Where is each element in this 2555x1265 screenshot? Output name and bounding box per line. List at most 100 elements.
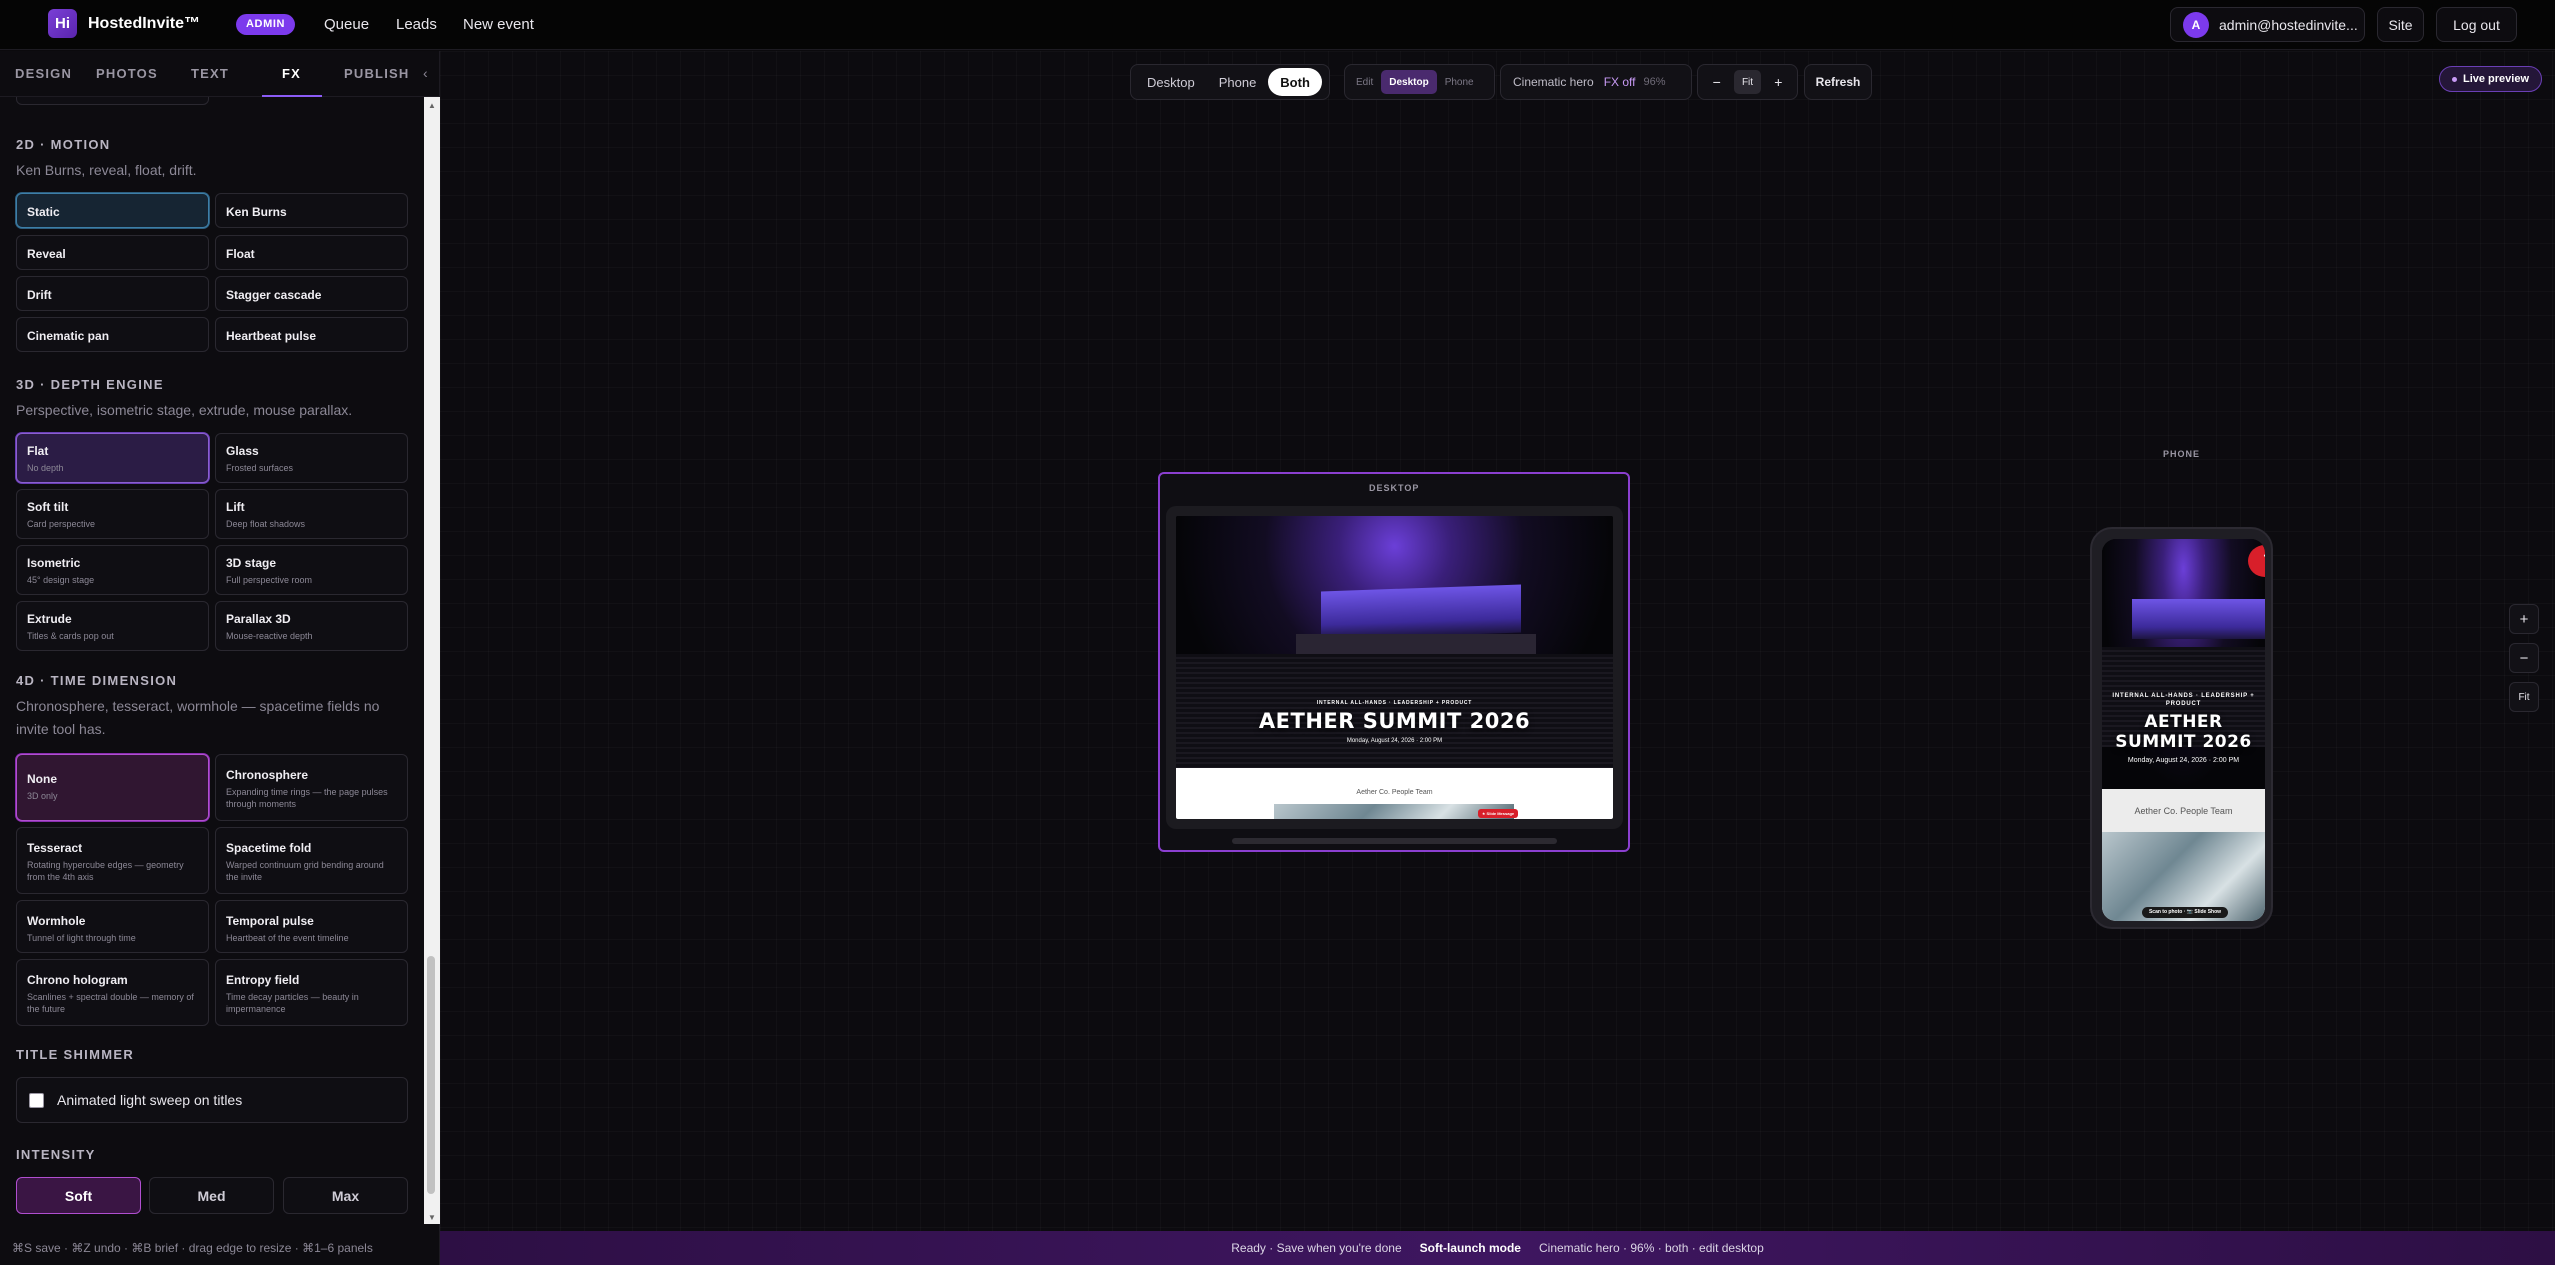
time-option-tesseract[interactable]: Tesseract Rotating hypercube edges — geom… (16, 827, 209, 894)
logo-icon[interactable]: Hi (48, 9, 77, 38)
time-option-spacetime-fold[interactable]: Spacetime fold Warped continuum grid bend… (215, 827, 408, 894)
live-preview-badge[interactable]: Live preview (2439, 66, 2542, 92)
scroll-up-arrow[interactable]: ▲ (428, 101, 436, 110)
shimmer-checkbox[interactable] (29, 1092, 44, 1108)
shimmer-section-title: TITLE SHIMMER (16, 1047, 135, 1062)
motion-option-static[interactable]: Static (16, 193, 209, 228)
stage-screen (1321, 584, 1521, 640)
phone-hero-kicker: INTERNAL ALL-HANDS · LEADERSHIP + PRODUC… (2112, 693, 2255, 707)
phone-hero-title: AETHER SUMMIT 2026 (2115, 712, 2252, 752)
phone-slide-tag[interactable]: Scan to photo · 📷 Slide Show (2142, 907, 2228, 918)
time-option-chronosphere[interactable]: Chronosphere Expanding time rings — the p… (215, 754, 408, 821)
phone-stage-screen (2132, 599, 2265, 639)
hero-label[interactable]: Cinematic hero (1507, 75, 1600, 89)
hero-kicker: INTERNAL ALL-HANDS · LEADERSHIP + PRODUC… (1316, 700, 1473, 706)
intensity-soft-button[interactable]: Soft (16, 1177, 141, 1214)
nav-link-new-event[interactable]: New event (463, 16, 534, 33)
fx-options-scroll[interactable]: 2D · MOTION Ken Burns, reveal, float, dr… (0, 97, 424, 1224)
stage (1296, 634, 1536, 654)
collapse-sidebar-icon[interactable]: ‹ (423, 65, 428, 81)
motion-option-float[interactable]: Float (215, 235, 408, 270)
brand-name[interactable]: HostedInvite™ (88, 15, 200, 33)
live-dot-icon (2451, 76, 2457, 82)
canvas-fit-button[interactable]: Fit (2509, 682, 2539, 712)
status-summary: Cinematic hero · 96% · both · edit deskt… (1538, 1241, 1764, 1255)
site-button[interactable]: Site (2377, 7, 2424, 42)
edit-label: Edit (1356, 76, 1374, 88)
edit-phone-button[interactable]: Phone (1437, 70, 1482, 94)
hero-date: Monday, August 24, 2026 · 2:00 PM (1346, 738, 1443, 744)
depth-option-parallax-3d[interactable]: Parallax 3D Mouse-reactive depth (215, 601, 408, 651)
time-section-title: 4D · TIME DIMENSION (16, 673, 178, 688)
time-option-wormhole[interactable]: Wormhole Tunnel of light through time (16, 900, 209, 953)
status-bar: Ready · Save when you're done Soft-launc… (440, 1231, 2555, 1265)
zoom-in-button[interactable]: + (1766, 70, 1790, 94)
view-toggle-group: Desktop Phone Both (1130, 64, 1330, 100)
tab-text[interactable]: TEXT (191, 66, 229, 81)
desktop-slide-tag[interactable]: ★ Slide Message (1478, 809, 1518, 818)
phone-hero-date: Monday, August 24, 2026 · 2:00 PM (2127, 757, 2240, 764)
phone-invite-screen[interactable]: ● INTERNAL ALL-HANDS · LEADERSHIP + PROD… (2102, 539, 2265, 921)
intensity-max-button[interactable]: Max (283, 1177, 408, 1214)
status-mode: Soft-launch mode (1419, 1241, 1521, 1255)
intensity-section-title: INTENSITY (16, 1147, 96, 1162)
preview-canvas[interactable]: Desktop Phone Both Edit Desktop Phone Ci… (440, 51, 2555, 1231)
depth-option-lift[interactable]: Lift Deep float shadows (215, 489, 408, 539)
clipped-option-card[interactable] (16, 97, 209, 105)
zoom-out-button[interactable]: − (1705, 70, 1729, 94)
depth-option-glass[interactable]: Glass Frosted surfaces (215, 433, 408, 483)
shimmer-toggle-row[interactable]: Animated light sweep on titles (16, 1077, 408, 1123)
intensity-med-button[interactable]: Med (149, 1177, 274, 1214)
user-menu[interactable]: A admin@hostedinvite... (2170, 7, 2365, 42)
logout-button[interactable]: Log out (2436, 7, 2517, 42)
fx-status[interactable]: FX off (1600, 75, 1640, 89)
depth-section-title: 3D · DEPTH ENGINE (16, 377, 164, 392)
motion-option-heartbeat-pulse[interactable]: Heartbeat pulse (215, 317, 408, 352)
motion-section-desc: Ken Burns, reveal, float, drift. (16, 162, 197, 178)
laptop-device: INTERNAL ALL-HANDS · LEADERSHIP + PRODUC… (1166, 506, 1623, 829)
phone-device: ● INTERNAL ALL-HANDS · LEADERSHIP + PROD… (2090, 527, 2273, 929)
motion-option-stagger-cascade[interactable]: Stagger cascade (215, 276, 408, 311)
motion-option-reveal[interactable]: Reveal (16, 235, 209, 270)
view-phone-button[interactable]: Phone (1207, 68, 1269, 96)
view-desktop-button[interactable]: Desktop (1135, 68, 1207, 96)
depth-option-soft-tilt[interactable]: Soft tilt Card perspective (16, 489, 209, 539)
desktop-invite-screen[interactable]: INTERNAL ALL-HANDS · LEADERSHIP + PRODUC… (1176, 516, 1613, 819)
zoom-fit-button[interactable]: Fit (1733, 70, 1762, 94)
sidebar-scroll-thumb[interactable] (427, 956, 435, 1194)
admin-badge: ADMIN (236, 14, 296, 35)
time-option-none[interactable]: None 3D only (16, 754, 209, 821)
refresh-label: Refresh (1815, 75, 1861, 89)
zoom-readout: 96% (1643, 76, 1666, 88)
edit-target-group: Edit Desktop Phone (1344, 64, 1495, 100)
tab-design[interactable]: DESIGN (15, 66, 72, 81)
live-preview-label: Live preview (2462, 73, 2530, 85)
nav-link-queue[interactable]: Queue (324, 16, 369, 33)
motion-option-drift[interactable]: Drift (16, 276, 209, 311)
view-both-button[interactable]: Both (1268, 68, 1322, 96)
canvas-zoom-out-button[interactable]: − (2509, 643, 2539, 673)
depth-section-desc: Perspective, isometric stage, extrude, m… (16, 402, 353, 418)
canvas-zoom-in-button[interactable]: + (2509, 604, 2539, 634)
scroll-down-arrow[interactable]: ▼ (428, 1213, 436, 1222)
tab-photos[interactable]: PHOTOS (96, 66, 158, 81)
motion-option-ken-burns[interactable]: Ken Burns (215, 193, 408, 228)
depth-option-extrude[interactable]: Extrude Titles & cards pop out (16, 601, 209, 651)
refresh-button[interactable]: Refresh (1804, 64, 1872, 100)
time-option-chrono-hologram[interactable]: Chrono hologram Scanlines + spectral doub… (16, 959, 209, 1026)
motion-option-cinematic-pan[interactable]: Cinematic pan (16, 317, 209, 352)
status-ready: Ready · Save when you're done (1231, 1241, 1402, 1255)
depth-option-isometric[interactable]: Isometric 45° design stage (16, 545, 209, 595)
motion-section-title: 2D · MOTION (16, 137, 111, 152)
edit-desktop-button[interactable]: Desktop (1381, 70, 1437, 94)
nav-link-leads[interactable]: Leads (396, 16, 437, 33)
sidebar-panel: DESIGN PHOTOS TEXT FX PUBLISH ‹ 2D · MOT… (0, 51, 440, 1265)
time-option-entropy-field[interactable]: Entropy field Time decay particles — beau… (215, 959, 408, 1026)
tab-publish[interactable]: PUBLISH (344, 66, 409, 81)
depth-option-3d-stage[interactable]: 3D stage Full perspective room (215, 545, 408, 595)
time-option-temporal-pulse[interactable]: Temporal pulse Heartbeat of the event tim… (215, 900, 408, 953)
sidebar-tabs: DESIGN PHOTOS TEXT FX PUBLISH ‹ (0, 51, 440, 97)
tab-fx[interactable]: FX (282, 66, 301, 81)
depth-option-flat[interactable]: Flat No depth (16, 433, 209, 483)
laptop-stand (1232, 838, 1557, 844)
